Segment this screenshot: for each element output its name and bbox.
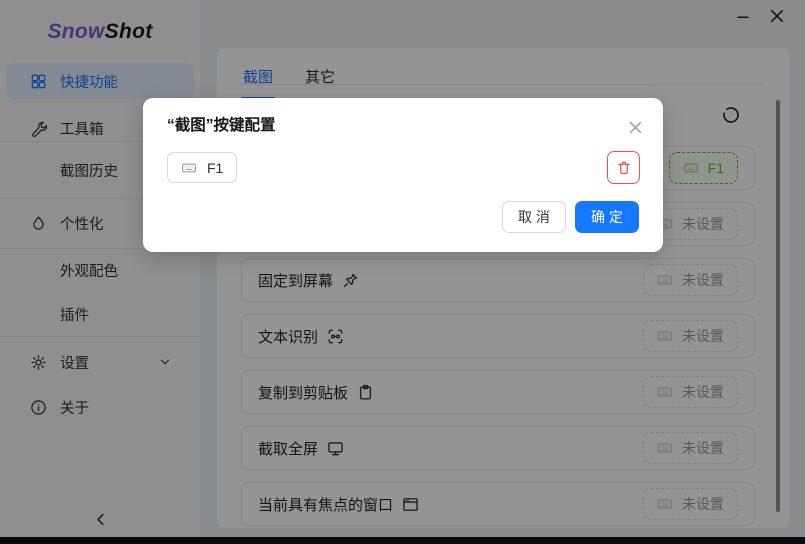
modal-mask[interactable]: [0, 0, 805, 544]
confirm-button[interactable]: 确 定: [575, 201, 639, 233]
delete-hotkey-button[interactable]: [607, 151, 640, 184]
dialog-title: “截图”按键配置: [167, 117, 276, 134]
window-bottom-edge: [0, 537, 805, 544]
hotkey-value: F1: [207, 159, 224, 176]
hotkey-config-dialog: “截图”按键配置 F1 取 消 确 定: [143, 98, 663, 252]
snowshot-window: SnowShot 快捷功能 工具箱 截图历史 个性化 外观配色 插件 设置 关于 截图 其它 F…: [0, 0, 805, 544]
dialog-footer: 取 消 确 定: [502, 201, 639, 233]
keyboard-icon: [181, 160, 197, 176]
close-icon[interactable]: [627, 119, 644, 136]
hotkey-input-button[interactable]: F1: [167, 152, 238, 183]
cancel-button[interactable]: 取 消: [502, 201, 566, 233]
